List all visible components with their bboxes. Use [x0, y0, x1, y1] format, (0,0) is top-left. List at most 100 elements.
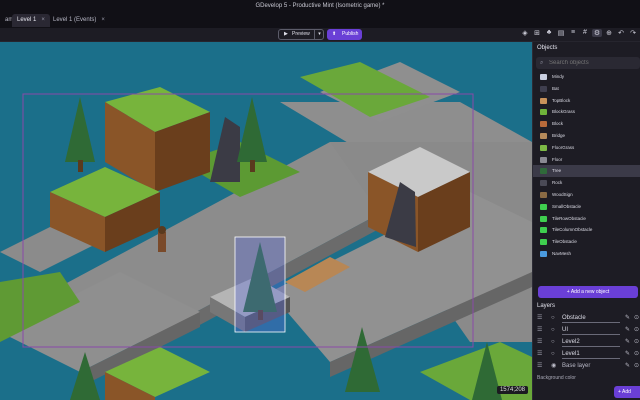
publish-button[interactable]: ⬆ Publish — [327, 29, 362, 40]
list-item[interactable]: BlockGrass — [533, 106, 640, 118]
list-item[interactable]: SmallObstacle — [533, 201, 640, 213]
list-item[interactable]: Floor — [533, 154, 640, 166]
visibility-icon[interactable]: ◉ — [551, 360, 556, 372]
selection-box[interactable] — [234, 236, 286, 333]
lock-icon[interactable]: ⊙ — [634, 360, 639, 372]
list-item[interactable]: FloorGrass — [533, 142, 640, 154]
close-icon[interactable]: × — [101, 17, 105, 23]
undo-icon[interactable]: ↶ — [616, 29, 626, 37]
object-thumbnail-icon — [540, 144, 547, 151]
add-object-button[interactable]: + Add a new object — [538, 286, 638, 298]
visibility-icon[interactable]: ○ — [551, 348, 555, 360]
isometric-scene — [0, 62, 532, 400]
edit-icon[interactable]: ✎ — [625, 324, 630, 336]
properties-icon[interactable]: ▤ — [556, 29, 566, 37]
list-item[interactable]: TileColumnObstacle — [533, 224, 640, 236]
visibility-icon[interactable]: ○ — [551, 336, 555, 348]
object-thumbnail-icon — [540, 109, 547, 116]
layer-row-base[interactable]: ☰ ◉ Base layer ✎ ⊙ — [533, 360, 640, 372]
object-name: WoodSign — [552, 192, 573, 197]
redo-icon[interactable]: ↷ — [628, 29, 638, 37]
plus-icon: + — [566, 289, 570, 295]
edit-icon[interactable]: ✎ — [625, 336, 630, 348]
layer-row[interactable]: ☰ ○ Level1 ✎ ⊙ — [533, 348, 640, 360]
lock-icon[interactable]: ⊙ — [634, 336, 639, 348]
object-thumbnail-icon — [540, 133, 547, 139]
drag-handle-icon[interactable]: ☰ — [537, 336, 542, 348]
add-layer-label: Add — [622, 389, 631, 395]
layer-underline — [562, 334, 620, 335]
list-item[interactable]: NavMesh — [533, 248, 640, 260]
tab-label: Level 1 — [17, 17, 37, 23]
zoom-icon[interactable]: ⊕ — [604, 29, 614, 37]
cursor-coordinates: 1574;208 — [496, 386, 528, 394]
object-thumbnail-icon — [540, 239, 547, 246]
objects-icon[interactable]: ⊞ — [532, 29, 542, 37]
visibility-icon[interactable]: ○ — [551, 312, 555, 324]
tab-level-1[interactable]: Level 1 × — [12, 14, 50, 27]
search-input[interactable] — [549, 57, 637, 69]
edit-icon[interactable]: ✎ — [625, 312, 630, 324]
layer-name: Base layer — [562, 363, 591, 369]
add-layer-button[interactable]: + Add — [614, 386, 640, 398]
chevron-down-icon[interactable]: ▾ — [314, 30, 324, 39]
play-icon: ▶ — [284, 31, 288, 37]
object-name: Rock — [552, 180, 563, 186]
object-name: TileObstacle — [552, 239, 577, 245]
list-item[interactable]: TopBlock — [533, 95, 640, 107]
drag-handle-icon[interactable]: ☰ — [537, 360, 542, 372]
list-item[interactable]: Block — [533, 118, 640, 130]
list-item[interactable]: TileObstacle — [533, 236, 640, 248]
object-name: TopBlock — [552, 97, 571, 103]
drag-handle-icon[interactable]: ☰ — [537, 324, 542, 336]
list-icon[interactable]: ≡ — [568, 29, 578, 36]
layers-icon[interactable]: ◈ — [520, 29, 530, 37]
layer-row[interactable]: ☰ ○ Obstacle ✎ ⊙ — [533, 312, 640, 324]
object-name: Floor — [552, 156, 563, 162]
list-item[interactable]: Mindy — [533, 71, 640, 83]
list-item[interactable]: Bridge — [533, 130, 640, 142]
editor-tabs: ame Level 1 × Level 1 (Events) × — [0, 13, 640, 28]
preview-button[interactable]: ▶ Preview ▾ — [278, 29, 324, 40]
objects-panel-title: Objects — [537, 45, 558, 51]
drag-handle-icon[interactable]: ☰ — [537, 348, 542, 360]
settings-icon[interactable]: ⚙ — [592, 29, 602, 37]
layer-row[interactable]: ☰ ○ Level2 ✎ ⊙ — [533, 336, 640, 348]
object-thumbnail-icon — [540, 168, 547, 175]
search-objects[interactable]: ⌕ — [536, 57, 640, 69]
background-color-label[interactable]: Background color — [537, 375, 576, 381]
object-name: Block — [552, 121, 564, 127]
lock-icon[interactable]: ⊙ — [634, 324, 639, 336]
object-thumbnail-icon — [540, 251, 547, 257]
object-thumbnail-icon — [540, 74, 547, 80]
object-thumbnail-icon — [540, 203, 547, 210]
edit-icon[interactable]: ✎ — [625, 360, 630, 372]
object-name: TileColumnObstacle — [552, 227, 593, 233]
list-item-selected[interactable]: Tree — [533, 165, 640, 178]
add-object-label: Add a new object — [570, 289, 610, 295]
visibility-icon[interactable]: ○ — [551, 324, 555, 336]
tab-level-1-events[interactable]: Level 1 (Events) × — [48, 14, 110, 27]
list-item[interactable]: Bat — [533, 83, 640, 95]
grid-icon[interactable]: # — [580, 29, 590, 36]
close-icon[interactable]: × — [41, 17, 45, 23]
character-mindy — [158, 226, 166, 252]
layer-row[interactable]: ☰ ○ UI ✎ ⊙ — [533, 324, 640, 336]
drag-handle-icon[interactable]: ☰ — [537, 312, 542, 324]
list-item[interactable]: TileRowObstacle — [533, 213, 640, 225]
search-icon: ⌕ — [540, 60, 544, 66]
window-title: GDevelop 5 - Productive Mint (Isometric … — [255, 3, 385, 9]
object-name: Bridge — [552, 133, 566, 138]
edit-icon[interactable]: ✎ — [625, 348, 630, 360]
object-name: Tree — [552, 168, 562, 174]
lock-icon[interactable]: ⊙ — [634, 348, 639, 360]
tree-icon[interactable]: ♣ — [544, 29, 554, 36]
scene-canvas[interactable]: 1574;208 — [0, 42, 532, 400]
object-thumbnail-icon — [540, 97, 547, 104]
lock-icon[interactable]: ⊙ — [634, 312, 639, 324]
publish-label: Publish — [342, 31, 359, 37]
list-item[interactable]: Rock — [533, 177, 640, 189]
object-name: Bat — [552, 85, 559, 91]
object-name: NavMesh — [552, 251, 572, 256]
list-item[interactable]: WoodSign — [533, 189, 640, 201]
